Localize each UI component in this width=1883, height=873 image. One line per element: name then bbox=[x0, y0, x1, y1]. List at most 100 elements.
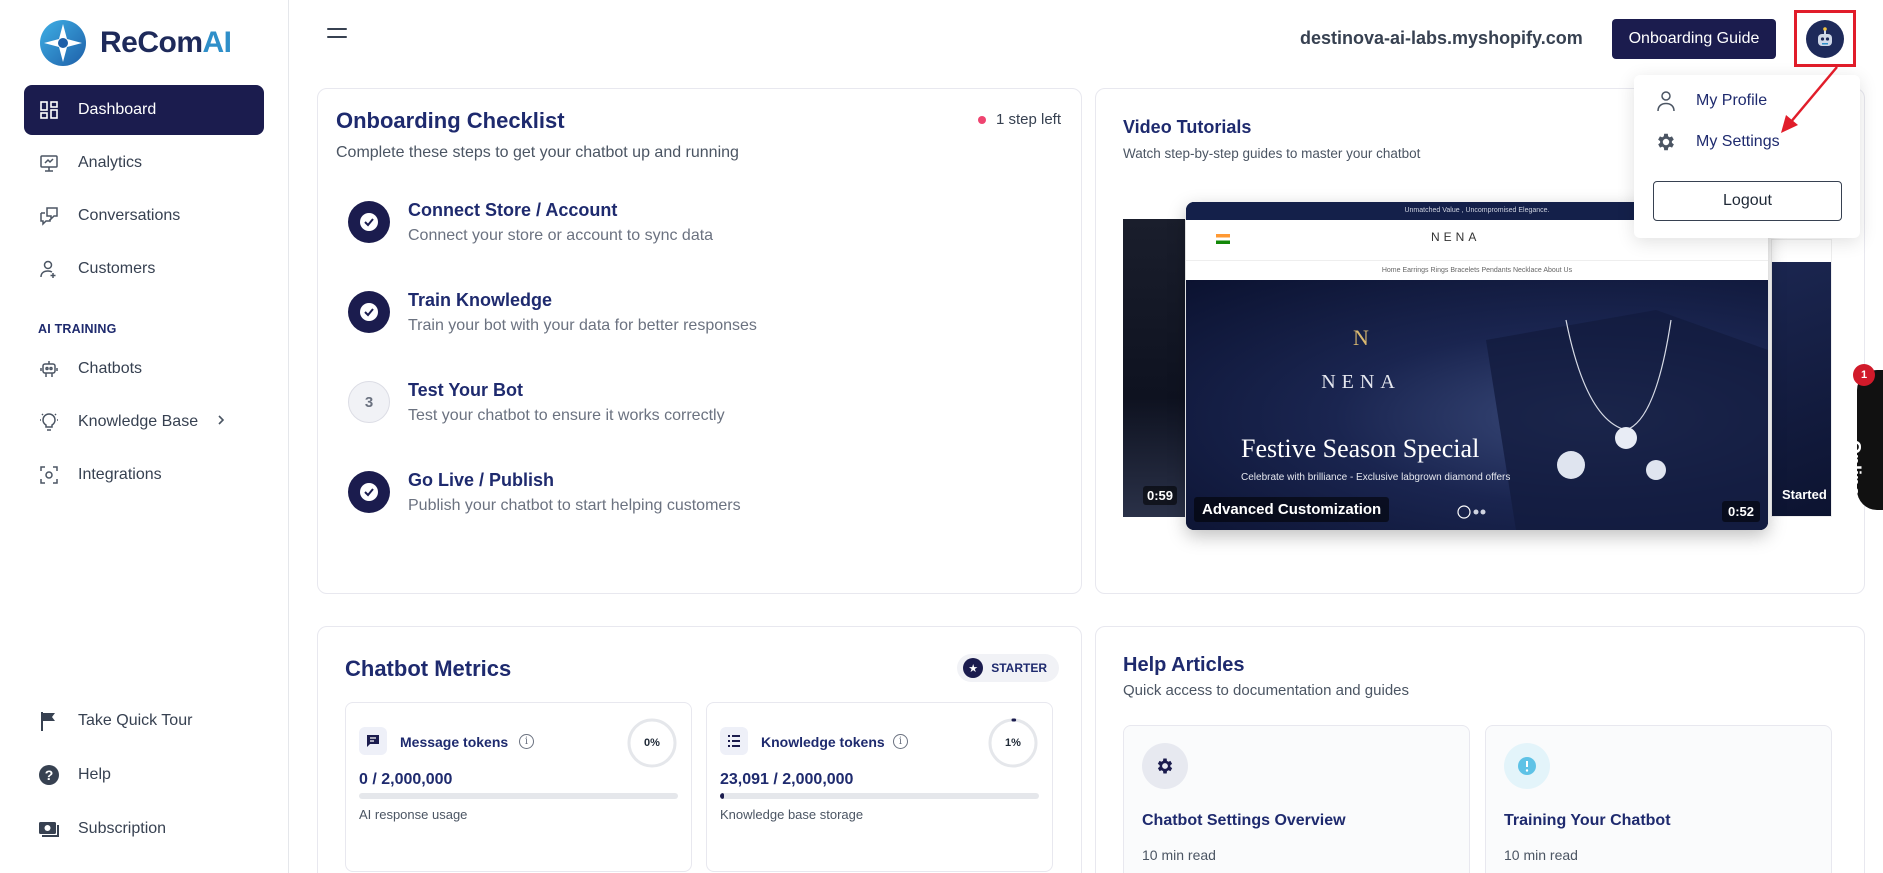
dashboard-icon bbox=[38, 99, 60, 121]
article-title: Chatbot Settings Overview bbox=[1142, 812, 1346, 829]
plan-label: STARTER bbox=[991, 661, 1047, 675]
hero-heading: Festive Season Special bbox=[1241, 434, 1479, 463]
step-description: Test your chatbot to ensure it works cor… bbox=[408, 407, 725, 424]
card-title: Video Tutorials bbox=[1123, 117, 1252, 137]
checklist-step[interactable]: Go Live / Publish Publish your chatbot t… bbox=[348, 469, 757, 559]
info-icon[interactable]: i bbox=[519, 734, 534, 749]
profile-dropdown: My Profile My Settings Logout bbox=[1634, 75, 1860, 238]
my-profile-menu-item[interactable]: My Profile bbox=[1654, 89, 1767, 113]
gear-icon bbox=[1654, 130, 1678, 154]
sidebar-item-dashboard[interactable]: Dashboard bbox=[24, 85, 264, 135]
sidebar-item-integrations[interactable]: Integrations bbox=[24, 450, 264, 500]
status-dot bbox=[977, 115, 986, 124]
jewelry-scene: N NENA Festive Season Special Celebrate … bbox=[1241, 310, 1768, 530]
checklist-step[interactable]: Connect Store / Account Connect your sto… bbox=[348, 199, 757, 289]
sidebar-item-label: Customers bbox=[78, 260, 156, 277]
hero-brand: NENA bbox=[1321, 371, 1401, 393]
onboarding-guide-button[interactable]: Onboarding Guide bbox=[1612, 19, 1776, 59]
usage-bar bbox=[720, 793, 1039, 799]
usage-bar-fill bbox=[720, 793, 724, 799]
card-title: Help Articles bbox=[1123, 654, 1245, 676]
video-thumbnail-right[interactable]: Started bbox=[1771, 239, 1832, 517]
sidebar-item-chatbots[interactable]: Chatbots bbox=[24, 344, 264, 394]
steps-left-badge: 1 step left bbox=[977, 111, 1061, 128]
avatar[interactable] bbox=[1806, 19, 1844, 58]
step-title: Train Knowledge bbox=[408, 290, 553, 310]
store-logo: NENA bbox=[1431, 230, 1481, 244]
card-title: Onboarding Checklist bbox=[336, 108, 565, 133]
checklist-step[interactable]: 3 Test Your Bot Test your chatbot to ens… bbox=[348, 379, 757, 469]
info-icon bbox=[1504, 743, 1550, 789]
subscription-icon bbox=[38, 818, 60, 840]
conversations-icon bbox=[38, 205, 60, 227]
main-nav: Dashboard Analytics Conversations Custom… bbox=[24, 85, 264, 503]
message-icon bbox=[359, 727, 387, 755]
usage-bar bbox=[359, 793, 678, 799]
metric-description: Knowledge base storage bbox=[720, 807, 864, 822]
menu-item-label: My Settings bbox=[1696, 133, 1780, 150]
info-icon[interactable]: i bbox=[893, 734, 908, 749]
sidebar-item-help[interactable]: ? Help bbox=[24, 749, 264, 801]
brand-logo[interactable]: ReComAI bbox=[38, 18, 232, 68]
hero-subheading: Celebrate with brilliance - Exclusive la… bbox=[1241, 472, 1510, 483]
sidebar-item-quick-tour[interactable]: Take Quick Tour bbox=[24, 695, 264, 747]
sidebar-item-customers[interactable]: Customers bbox=[24, 244, 264, 294]
metric-description: AI response usage bbox=[359, 807, 468, 822]
bulb-icon bbox=[38, 411, 60, 433]
sidebar: ReComAI Dashboard Analytics Conversation… bbox=[0, 0, 289, 873]
help-article[interactable]: Chatbot Settings Overview 10 min read bbox=[1123, 725, 1470, 873]
logout-button[interactable]: Logout bbox=[1653, 181, 1842, 221]
chevron-right-icon bbox=[216, 413, 226, 431]
onboarding-checklist-card: Onboarding Checklist Complete these step… bbox=[317, 88, 1082, 594]
message-tokens-metric: Message tokens i 0% 0 / 2,000,000 AI res… bbox=[345, 702, 692, 872]
article-title: Training Your Chatbot bbox=[1504, 812, 1671, 829]
chatbot-metrics-card: Chatbot Metrics ★ STARTER Message tokens… bbox=[317, 626, 1082, 873]
app-root: ReComAI Dashboard Analytics Conversation… bbox=[0, 0, 1883, 873]
video-thumbnail-left[interactable]: 0:59 bbox=[1123, 219, 1185, 517]
menu-toggle-button[interactable] bbox=[327, 28, 347, 42]
sidebar-item-label: Dashboard bbox=[78, 101, 157, 118]
metric-label: Knowledge tokens bbox=[761, 734, 885, 750]
step-description: Train your bot with your data for better… bbox=[408, 317, 757, 334]
sidebar-item-subscription[interactable]: Subscription bbox=[24, 803, 264, 855]
step-title: Test Your Bot bbox=[408, 380, 524, 400]
sidebar-item-label: Take Quick Tour bbox=[78, 712, 193, 729]
sidebar-item-label: Conversations bbox=[78, 207, 181, 224]
menu-item-label: My Profile bbox=[1696, 92, 1768, 109]
sidebar-item-analytics[interactable]: Analytics bbox=[24, 138, 264, 188]
help-icon: ? bbox=[38, 764, 60, 786]
check-icon bbox=[348, 201, 390, 243]
sidebar-item-knowledge-base[interactable]: Knowledge Base bbox=[24, 397, 264, 447]
knowledge-tokens-metric: Knowledge tokens i 1% 23,091 / 2,000,000… bbox=[706, 702, 1053, 872]
plan-badge: ★ STARTER bbox=[957, 654, 1059, 682]
flag-icon bbox=[38, 710, 60, 732]
integrations-icon bbox=[38, 464, 60, 486]
video-thumbnail-main[interactable]: Unmatched Value , Uncompromised Elegance… bbox=[1186, 202, 1768, 530]
robot-avatar-icon bbox=[1818, 26, 1832, 46]
chatbot-icon bbox=[38, 358, 60, 380]
sidebar-item-label: Subscription bbox=[78, 820, 167, 837]
step-title: Connect Store / Account bbox=[408, 200, 618, 220]
checklist-step[interactable]: Train Knowledge Train your bot with your… bbox=[348, 289, 757, 379]
section-label-ai-training: AI TRAINING bbox=[38, 322, 117, 336]
video-hero: N NENA Festive Season Special Celebrate … bbox=[1186, 280, 1768, 530]
flag-india-icon bbox=[1216, 234, 1230, 244]
step-title: Go Live / Publish bbox=[408, 470, 555, 490]
help-articles-card: Help Articles Quick access to documentat… bbox=[1095, 626, 1865, 873]
my-settings-menu-item[interactable]: My Settings bbox=[1654, 130, 1780, 154]
video-caption: Advanced Customization bbox=[1194, 497, 1390, 522]
video-duration: 0:59 bbox=[1143, 486, 1178, 505]
avatar-highlight bbox=[1794, 10, 1856, 67]
sidebar-item-label: Knowledge Base bbox=[78, 413, 199, 430]
sidebar-item-conversations[interactable]: Conversations bbox=[24, 191, 264, 241]
help-article[interactable]: Training Your Chatbot 10 min read bbox=[1485, 725, 1832, 873]
article-read-time: 10 min read bbox=[1142, 847, 1216, 863]
card-subtitle: Quick access to documentation and guides bbox=[1123, 682, 1410, 699]
sidebar-item-label: Integrations bbox=[78, 466, 162, 483]
brand-name: ReComAI bbox=[100, 26, 232, 59]
metric-percent: 0% bbox=[644, 737, 660, 749]
step-number: 3 bbox=[348, 381, 390, 423]
sidebar-item-label: Chatbots bbox=[78, 360, 143, 377]
checklist-steps: Connect Store / Account Connect your sto… bbox=[348, 199, 757, 559]
store-nav-links: Home Earrings Rings Bracelets Pendants N… bbox=[1186, 260, 1768, 280]
